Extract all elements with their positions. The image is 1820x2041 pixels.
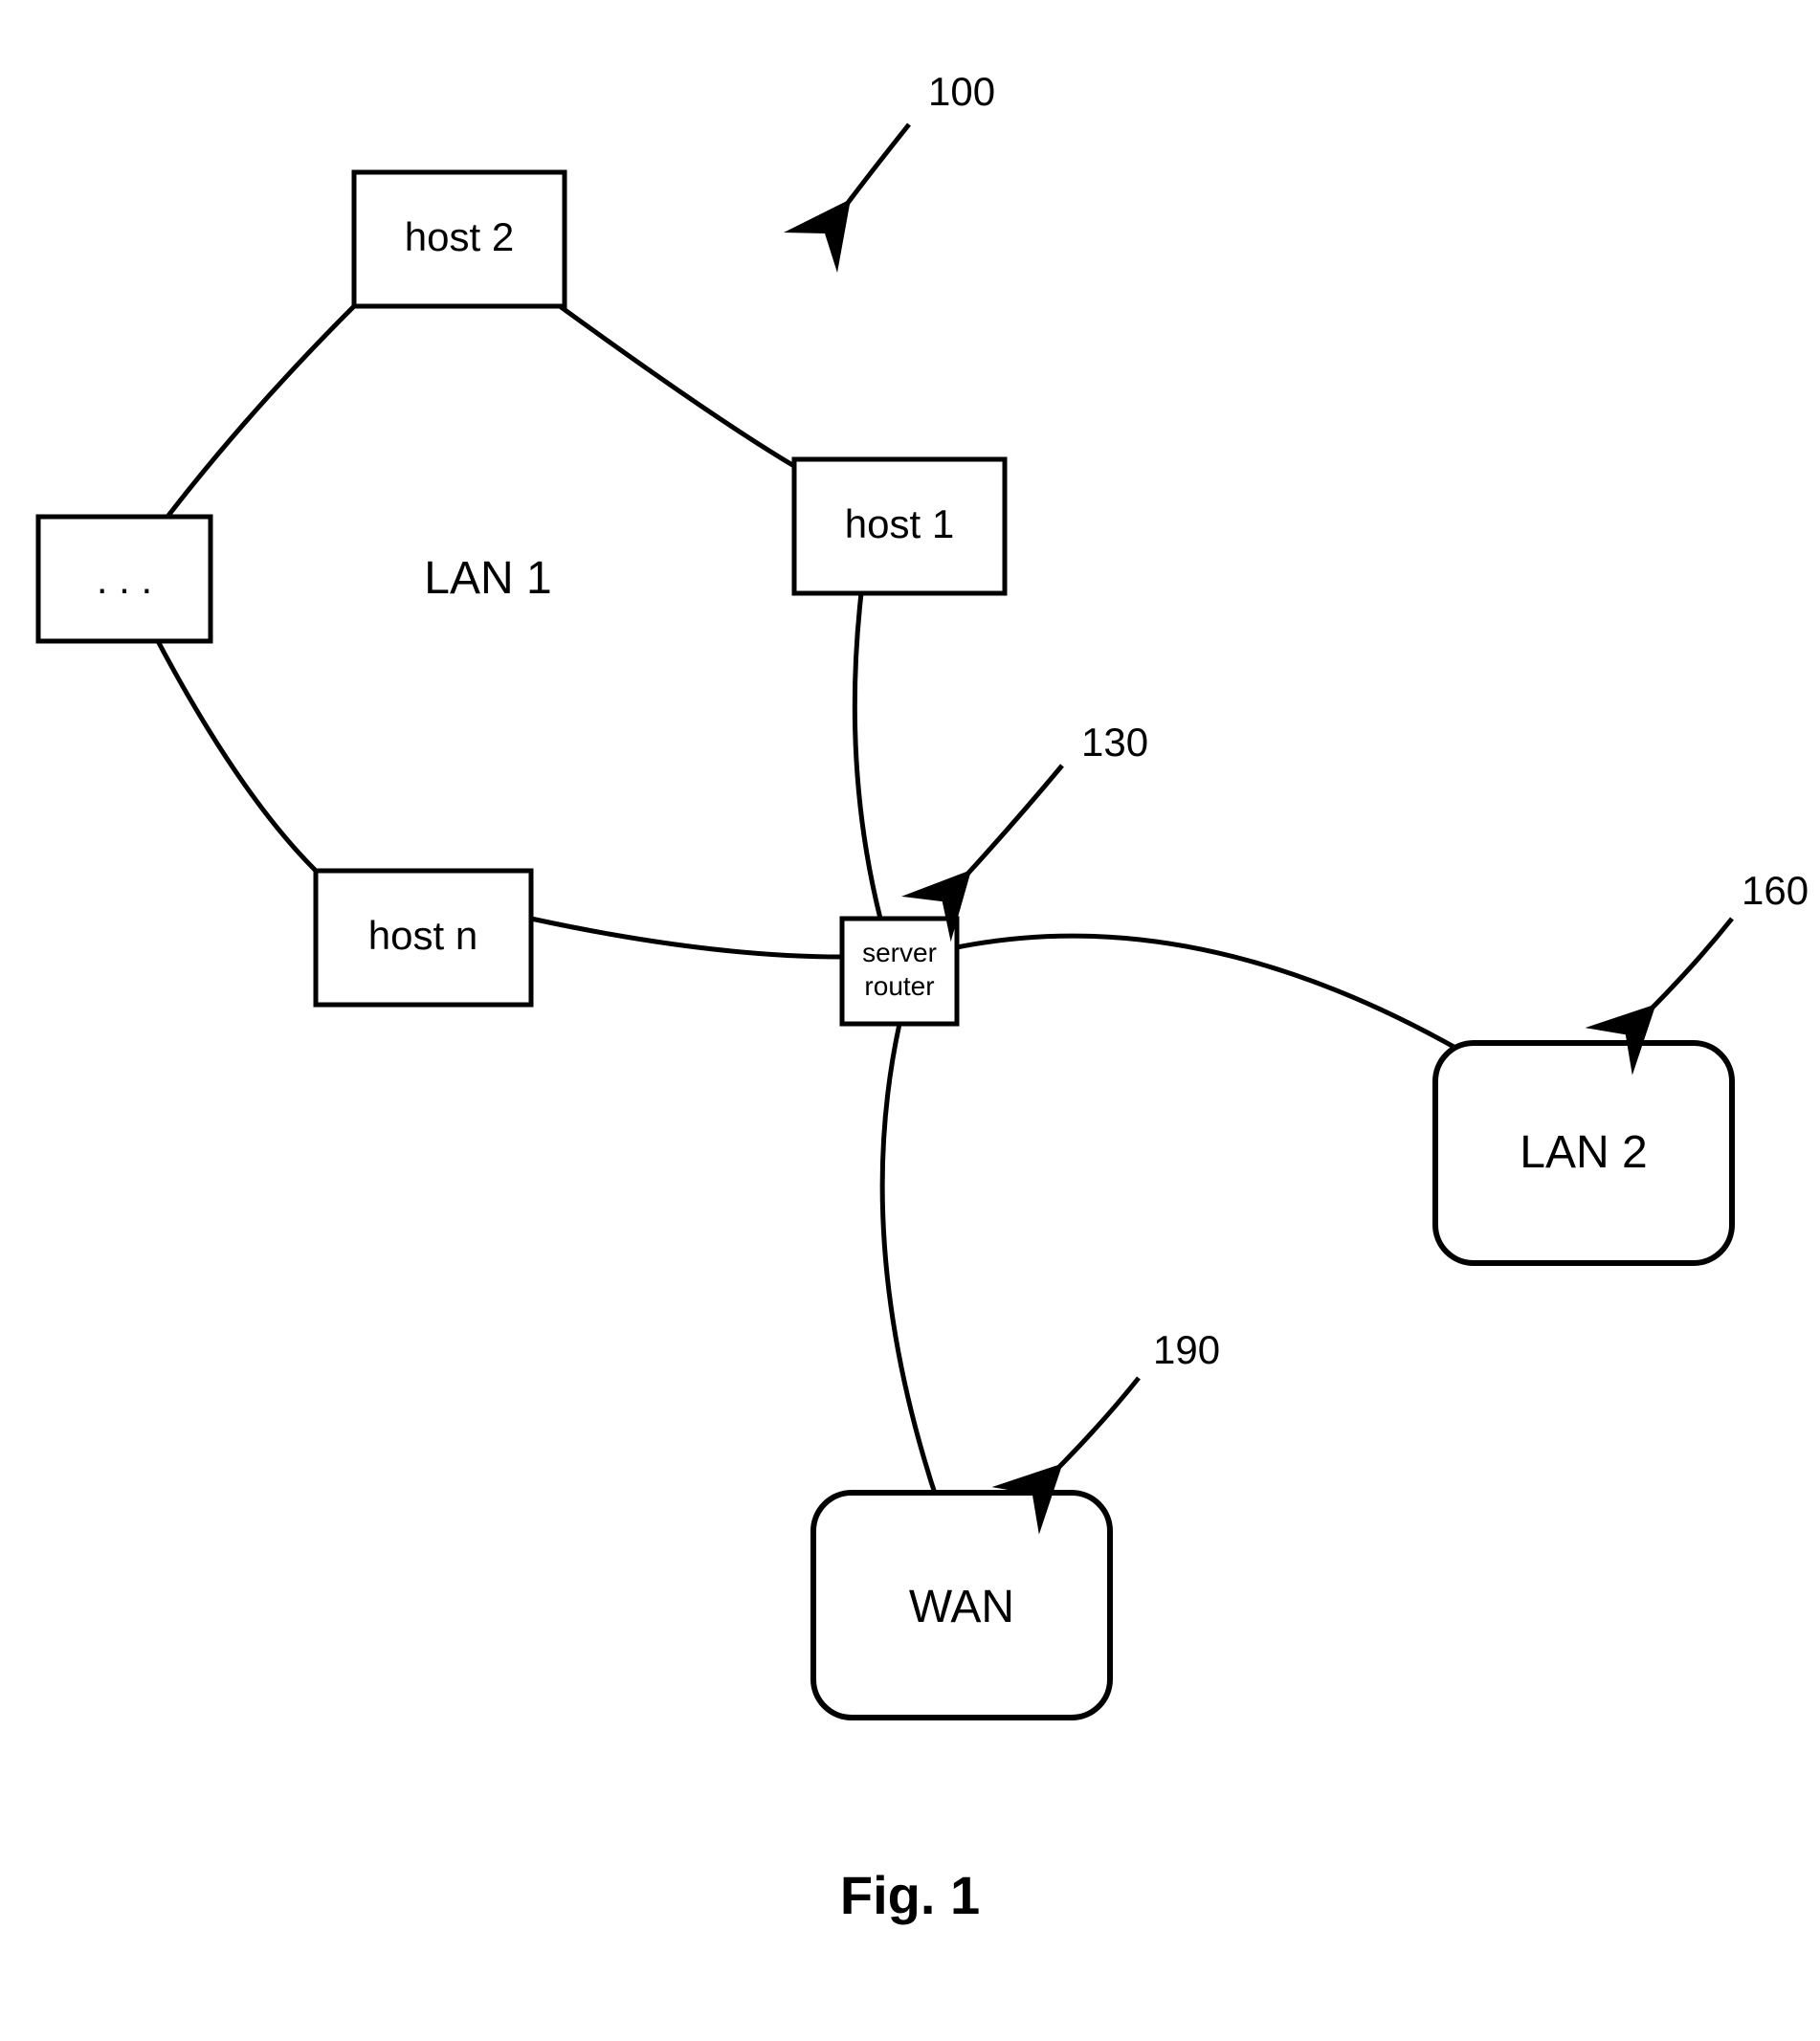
edge-host2-host1 [560, 306, 799, 469]
ref-100-label: 100 [928, 69, 995, 114]
ref-160-label: 160 [1742, 868, 1809, 913]
ref-190: 190 [1053, 1327, 1220, 1474]
edge-host2-ellipsis [167, 306, 354, 517]
figure-label: Fig. 1 [840, 1865, 980, 1925]
ref-130: 130 [962, 720, 1148, 880]
server-label-2: router [864, 971, 934, 1001]
hostn-label: host n [368, 913, 477, 958]
edge-server-lan2 [957, 936, 1464, 1053]
lan2-box: LAN 2 [1435, 1043, 1732, 1263]
ref-160: 160 [1646, 868, 1809, 1014]
edge-host1-server [855, 593, 880, 919]
ref-130-label: 130 [1081, 720, 1148, 765]
host2-label: host 2 [405, 214, 514, 259]
ellipsis-label: . . . [97, 557, 152, 602]
wan-box: WAN [813, 1493, 1110, 1718]
server-label-1: server [862, 938, 937, 967]
lan1-label: LAN 1 [424, 553, 551, 604]
host1-label: host 1 [845, 501, 954, 546]
host2-box: host 2 [354, 172, 565, 306]
server-router-box: server router [842, 919, 957, 1024]
edge-server-wan [882, 1024, 938, 1502]
lan2-label: LAN 2 [1520, 1127, 1647, 1178]
wan-label: WAN [909, 1582, 1014, 1632]
ref-100: 100 [842, 69, 995, 211]
edge-ellipsis-hostn [158, 641, 316, 871]
ellipsis-box: . . . [38, 517, 211, 641]
host1-box: host 1 [794, 459, 1005, 593]
edge-hostn-server [531, 919, 842, 957]
ref-190-label: 190 [1153, 1327, 1220, 1372]
hostn-box: host n [316, 871, 531, 1005]
